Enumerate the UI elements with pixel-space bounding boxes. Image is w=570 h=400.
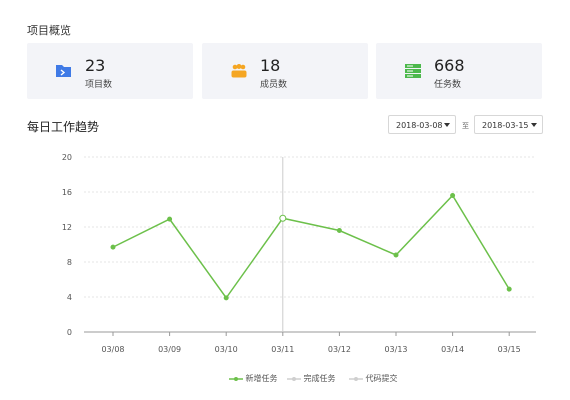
data-point <box>110 244 116 250</box>
x-tick-label: 03/08 <box>101 345 124 354</box>
y-tick-label: 8 <box>67 258 72 267</box>
data-point <box>223 295 229 301</box>
series-line <box>112 194 510 300</box>
legend-item-completed-tasks[interactable]: 完成任务 <box>287 373 336 384</box>
data-point <box>506 286 512 292</box>
legend-line-icon <box>229 376 243 381</box>
x-tick-label: 03/13 <box>384 345 407 354</box>
data-point <box>336 228 342 233</box>
y-tick-label: 4 <box>67 293 72 302</box>
y-tick-label: 12 <box>62 223 72 232</box>
x-tick-label: 03/14 <box>441 345 464 354</box>
y-tick-label: 20 <box>62 153 72 162</box>
legend-item-new-tasks[interactable]: 新增任务 <box>229 373 278 384</box>
legend-label: 代码提交 <box>365 374 398 383</box>
x-tick-label: 03/09 <box>158 345 181 354</box>
x-tick-label: 03/10 <box>215 345 238 354</box>
x-tick-label: 03/12 <box>328 345 351 354</box>
legend-line-icon <box>349 376 363 381</box>
y-tick-label: 16 <box>62 188 72 197</box>
y-tick-label: 0 <box>67 328 72 337</box>
legend-line-icon <box>287 376 301 381</box>
data-point <box>279 214 287 222</box>
data-point <box>393 252 399 258</box>
data-point <box>450 193 456 198</box>
legend-label: 完成任务 <box>303 374 336 383</box>
x-tick-label: 03/15 <box>498 345 521 354</box>
x-tick-label: 03/11 <box>271 345 294 354</box>
legend-label: 新增任务 <box>245 374 278 383</box>
trend-line-chart: 0 4 8 12 16 20 03/08 03/09 03/10 03/11 03/12 03/13 0… <box>62 153 536 354</box>
legend-item-code-commits[interactable]: 代码提交 <box>349 373 398 384</box>
data-point <box>167 216 173 222</box>
